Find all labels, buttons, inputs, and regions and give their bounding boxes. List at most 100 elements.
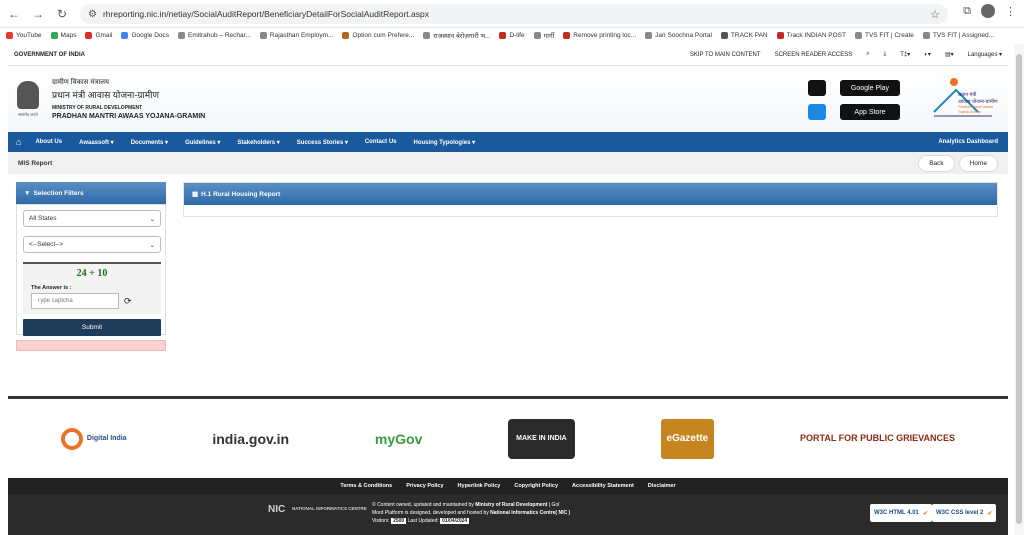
bookmark-star-icon[interactable]: ☆ [930, 8, 940, 21]
back-button[interactable]: Back [918, 154, 955, 172]
main-navigation: ⌂ About Us Awaassoft ▾ Documents ▾ Guide… [8, 132, 1008, 152]
search-icon[interactable]: ⌕ [866, 51, 869, 58]
page-title: MIS Report [18, 159, 53, 167]
bookmarks-bar: YouTube Maps Gmail Google Docs Emitrahub – R… [0, 28, 1024, 42]
web-page: GOVERNMENT OF INDIA SKIP TO MAIN CONTENT… [8, 44, 1008, 535]
sitemap-icon[interactable]: ▤▾ [945, 51, 954, 58]
bookmark-item[interactable]: Option cum Prefere... [342, 31, 414, 39]
nav-contact-us[interactable]: Contact Us [365, 139, 397, 145]
bookmark-label: Emitrahub – Rechar... [188, 31, 251, 39]
visitors-count: 2500 [391, 517, 407, 524]
bookmark-item[interactable]: Remove printing loc... [563, 31, 637, 39]
profile-avatar[interactable] [981, 4, 995, 18]
bookmark-favicon-icon [342, 31, 350, 39]
bookmark-label: TVS FIT | Create [864, 31, 914, 39]
bookmark-item[interactable]: Track INDIAN POST [776, 31, 846, 39]
bookmark-item[interactable]: Rajasthan Employm... [259, 31, 334, 39]
submit-button[interactable]: Submit [23, 319, 161, 336]
w3c-css-text: W3C CSS level 2 [936, 510, 984, 516]
bookmark-favicon-icon [259, 31, 267, 39]
digital-india-text: Digital India [86, 435, 127, 442]
mygov-logo[interactable]: myGov [375, 419, 422, 459]
credits-line2-prefix: Mord Platform is designed, developed and… [372, 509, 491, 516]
bookmark-label: Remove printing loc... [573, 31, 637, 39]
url-text[interactable]: rhreporting.nic.in/netiay/SocialAuditRep… [103, 9, 429, 19]
nav-housing-typologies[interactable]: Housing Typologies ▾ [414, 139, 476, 146]
bookmark-item[interactable]: Google Docs [121, 31, 169, 39]
disclaimer-link[interactable]: Disclaimer [648, 483, 676, 489]
nav-documents[interactable]: Documents ▾ [131, 139, 168, 146]
footer-bottom: NIC NATIONAL INFORMATICS CENTRE © Conten… [8, 494, 1008, 535]
bookmark-item[interactable]: Gmail [85, 31, 112, 39]
state-select[interactable]: All States ⌄ [23, 210, 161, 227]
bookmark-item[interactable]: TVS FIT | Create [854, 31, 914, 39]
bookmark-item[interactable]: गार्गी [533, 31, 554, 40]
scrollbar-thumb[interactable] [1016, 54, 1022, 524]
app-store-icon[interactable] [808, 104, 826, 120]
reload-icon[interactable]: ↻ [52, 4, 72, 24]
nic-logo[interactable]: NIC NATIONAL INFORMATICS CENTRE [268, 504, 367, 515]
play-store-icon[interactable] [808, 80, 826, 96]
download-icon[interactable]: ⤓ [884, 51, 887, 58]
district-select[interactable]: <--Select--> ⌄ [23, 236, 161, 253]
skip-to-main-link[interactable]: SKIP TO MAIN CONTENT [690, 52, 761, 58]
contrast-icon[interactable]: ◐▾ [924, 51, 931, 58]
text-size-control[interactable]: T‡▾ [900, 51, 910, 58]
bookmark-item[interactable]: Maps [50, 31, 76, 39]
site-info-icon[interactable]: ⚙ [88, 9, 97, 20]
bookmark-item[interactable]: Emitrahub – Rechar... [178, 31, 251, 39]
home-nav-icon[interactable]: ⌂ [16, 137, 21, 147]
bookmark-favicon-icon [922, 31, 930, 39]
filters-title: Selection Filters [33, 189, 84, 197]
bookmark-item[interactable]: Jan Soochna Portal [645, 31, 712, 39]
credits-line1-bold: Ministry of Rural Development [475, 502, 548, 508]
nav-about-us[interactable]: About Us [35, 139, 62, 145]
bookmark-favicon-icon [423, 31, 431, 39]
languages-dropdown[interactable]: Languages ▾ [968, 51, 1002, 58]
credits-line1-suffix: | GoI [547, 502, 560, 508]
nav-awaassoft[interactable]: Awaassoft ▾ [79, 139, 114, 146]
captcha-input[interactable] [31, 293, 119, 309]
app-store-badge[interactable]: App Store [840, 104, 900, 120]
forward-arrow-icon[interactable]: → [28, 4, 48, 24]
report-header: ▦ H.1 Rural Housing Report [184, 183, 997, 205]
home-button[interactable]: Home [958, 154, 998, 172]
hyperlink-policy-link[interactable]: Hyperlink Policy [458, 483, 501, 489]
chevron-down-icon: ⌄ [149, 241, 155, 249]
terms-link[interactable]: Terms & Conditions [340, 483, 392, 489]
public-grievances-logo[interactable]: PORTAL FOR PUBLIC GRIEVANCES [800, 419, 955, 459]
back-arrow-icon[interactable]: ← [4, 4, 24, 24]
bookmark-item[interactable]: राजस्थान बेरोज़गारी भ... [423, 31, 490, 40]
report-panel: ▦ H.1 Rural Housing Report [183, 182, 998, 217]
google-play-badge[interactable]: Google Play [840, 80, 900, 96]
bookmark-label: राजस्थान बेरोज़गारी भ... [433, 32, 491, 40]
w3c-css-badge[interactable]: W3C CSS level 2 ✔ [932, 504, 997, 522]
refresh-captcha-icon[interactable]: ⟳ [124, 296, 132, 307]
pmay-logo: प्रधान मंत्री आवास योजना-ग्रामीण Pradhan… [932, 76, 998, 122]
nav-success-stories[interactable]: Success Stories ▾ [297, 139, 348, 146]
bookmark-item[interactable]: YouTube [6, 31, 42, 39]
extensions-icon[interactable]: ⧉ [963, 5, 971, 18]
bookmark-item[interactable]: D-life [499, 31, 525, 39]
make-in-india-logo[interactable]: MAKE IN INDIA [508, 418, 575, 459]
chevron-down-icon: ⌄ [149, 215, 155, 223]
screen-reader-link[interactable]: SCREEN READER ACCESS [775, 52, 853, 58]
bookmark-item[interactable]: TVS FIT | Assigned... [922, 31, 994, 39]
egazette-logo[interactable]: eGazette [660, 418, 715, 459]
district-select-value: <--Select--> [29, 241, 64, 248]
nav-guidelines[interactable]: Guidelines ▾ [185, 139, 220, 146]
bookmark-label: Rajasthan Employm... [269, 31, 334, 39]
address-bar[interactable]: ⚙ rhreporting.nic.in/netiay/SocialAuditR… [80, 4, 948, 24]
bookmark-label: D-life [509, 31, 525, 39]
bookmark-item[interactable]: TRACK PAN [720, 31, 768, 39]
india-gov-logo[interactable]: india.gov.in [212, 419, 289, 459]
digital-india-logo[interactable]: Digital India [60, 419, 127, 459]
copyright-link[interactable]: Copyright Policy [514, 483, 558, 489]
nav-analytics-dashboard[interactable]: Analytics Dashboard [938, 139, 998, 145]
w3c-html-badge[interactable]: W3C HTML 4.01 ✔ [870, 504, 932, 522]
captcha-box: 24 + 10 The Answer is : ⟳ [23, 262, 161, 314]
menu-kebab-icon[interactable]: ⋮ [1005, 5, 1016, 18]
privacy-link[interactable]: Privacy Policy [406, 483, 443, 489]
nav-stakeholders[interactable]: Stakeholders ▾ [237, 139, 279, 146]
accessibility-link[interactable]: Accessibility Statement [572, 483, 634, 489]
